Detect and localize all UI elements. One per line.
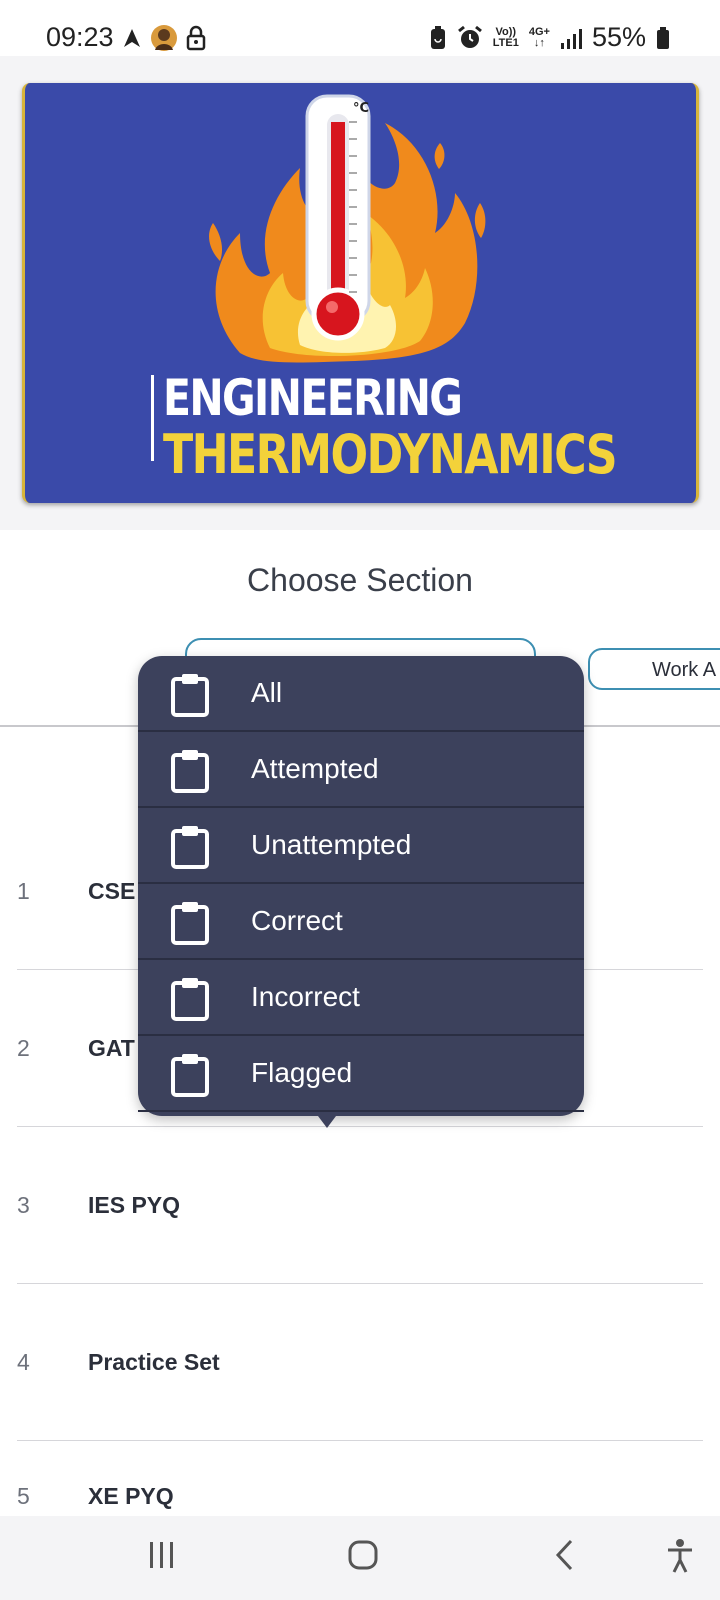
filter-option-label: All bbox=[251, 677, 283, 708]
system-nav-bar bbox=[0, 1516, 720, 1600]
dropdown-caret bbox=[318, 1116, 336, 1128]
back-icon[interactable] bbox=[553, 1538, 577, 1572]
clipboard-icon bbox=[171, 902, 209, 945]
filter-option-flagged[interactable]: Flagged bbox=[138, 1036, 584, 1112]
clipboard-icon bbox=[171, 674, 209, 717]
clipboard-icon bbox=[171, 1054, 209, 1097]
filter-option-correct[interactable]: Correct bbox=[138, 884, 584, 960]
battery-percent: 55% bbox=[591, 22, 646, 52]
section-title: Choose Section bbox=[247, 562, 473, 598]
banner-title-line2: THERMODYNAMICS bbox=[163, 423, 618, 486]
accessibility-icon[interactable] bbox=[665, 1538, 695, 1574]
filter-option-label: Unattempted bbox=[251, 829, 412, 860]
list-item-title: GAT bbox=[88, 1034, 135, 1061]
clipboard-icon bbox=[171, 750, 209, 793]
list-item-title: IES PYQ bbox=[88, 1191, 181, 1218]
avatar bbox=[151, 25, 177, 51]
signal-icon bbox=[560, 28, 582, 49]
tab-section-work-label: Work A bbox=[652, 659, 717, 681]
list-item-number: 3 bbox=[17, 1191, 30, 1218]
battery-saver-icon bbox=[430, 25, 445, 49]
list-item[interactable]: 5 XE PYQ bbox=[17, 1441, 703, 1516]
filter-option-label: Attempted bbox=[251, 753, 379, 784]
filter-dropdown-menu: All Attempted Unattempted Correct Incorr… bbox=[138, 656, 584, 1128]
battery-icon bbox=[657, 26, 669, 49]
list-item-number: 2 bbox=[17, 1034, 30, 1061]
filter-option-all[interactable]: All bbox=[138, 656, 584, 732]
home-icon[interactable] bbox=[347, 1538, 379, 1572]
recent-apps-icon[interactable] bbox=[148, 1538, 176, 1572]
filter-option-attempted[interactable]: Attempted bbox=[138, 732, 584, 808]
clipboard-icon bbox=[171, 826, 209, 869]
thermometer-icon: °C bbox=[305, 94, 371, 341]
thermometer-unit: °C bbox=[353, 101, 369, 116]
status-right-icons: Vo)) LTE1 4G+ ↓↑ 55% bbox=[429, 22, 670, 53]
network-gen-label: 4G+ ↓↑ bbox=[528, 25, 550, 49]
list-item[interactable]: 4 Practice Set bbox=[17, 1284, 703, 1441]
list-item[interactable]: 3 IES PYQ bbox=[17, 1127, 703, 1284]
clipboard-icon bbox=[171, 978, 209, 1021]
list-item-title: CSE bbox=[88, 877, 136, 904]
status-left-icons bbox=[122, 24, 206, 52]
banner-title-line1: ENGINEERING bbox=[163, 369, 463, 427]
filter-option-label: Incorrect bbox=[251, 981, 360, 1012]
filter-option-incorrect[interactable]: Incorrect bbox=[138, 960, 584, 1036]
navigation-icon bbox=[124, 29, 140, 47]
filter-option-unattempted[interactable]: Unattempted bbox=[138, 808, 584, 884]
tab-section-work[interactable]: Work A bbox=[588, 648, 720, 690]
list-item-number: 5 bbox=[17, 1483, 30, 1509]
list-item-number: 1 bbox=[17, 877, 30, 904]
filter-option-label: Correct bbox=[251, 905, 343, 936]
list-item-number: 4 bbox=[17, 1348, 30, 1375]
banner-area: °C ENGINEERING THERMODYNAMICS bbox=[0, 56, 720, 530]
course-banner[interactable]: °C ENGINEERING THERMODYNAMICS bbox=[22, 83, 699, 503]
banner-accent-bar bbox=[151, 375, 154, 461]
lock-icon bbox=[186, 25, 206, 51]
network-volte-label: Vo)) LTE1 bbox=[492, 25, 519, 49]
alarm-icon bbox=[457, 25, 482, 48]
list-item-title: XE PYQ bbox=[88, 1483, 174, 1509]
status-time: 09:23 bbox=[46, 22, 114, 52]
list-item-title: Practice Set bbox=[88, 1348, 220, 1375]
filter-option-label: Flagged bbox=[251, 1057, 353, 1088]
